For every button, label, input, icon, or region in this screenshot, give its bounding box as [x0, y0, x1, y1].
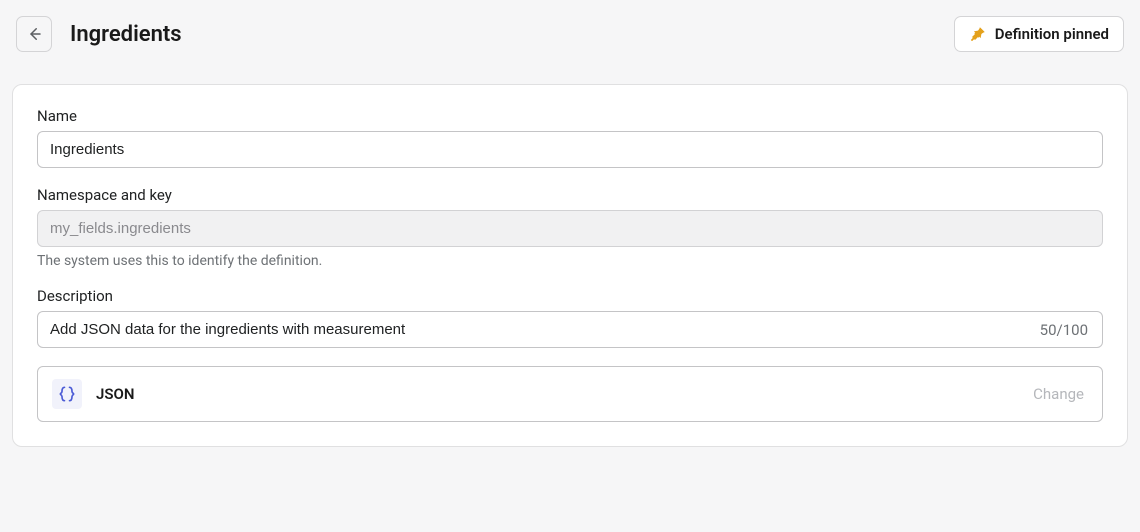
name-group: Name	[37, 107, 1103, 168]
namespace-input	[37, 210, 1103, 247]
arrow-left-icon	[25, 25, 43, 43]
namespace-label: Namespace and key	[37, 186, 1103, 204]
namespace-helper: The system uses this to identify the def…	[37, 253, 1103, 269]
description-group: Description 50/100	[37, 287, 1103, 348]
page-title: Ingredients	[70, 22, 182, 47]
change-type-button[interactable]: Change	[1033, 385, 1084, 403]
type-label: JSON	[96, 385, 134, 403]
name-label: Name	[37, 107, 1103, 125]
definition-card: Name Namespace and key The system uses t…	[12, 84, 1128, 447]
description-input[interactable]	[38, 312, 1026, 347]
json-icon-box	[52, 379, 82, 409]
name-input[interactable]	[37, 131, 1103, 168]
json-icon	[57, 384, 77, 404]
pin-icon	[969, 25, 987, 43]
type-row: JSON Change	[37, 366, 1103, 422]
header-left: Ingredients	[16, 16, 182, 52]
type-left: JSON	[52, 379, 134, 409]
namespace-group: Namespace and key The system uses this t…	[37, 186, 1103, 269]
back-button[interactable]	[16, 16, 52, 52]
definition-pinned-button[interactable]: Definition pinned	[954, 16, 1124, 52]
page-header: Ingredients Definition pinned	[0, 0, 1140, 72]
description-wrapper: 50/100	[37, 311, 1103, 348]
description-label: Description	[37, 287, 1103, 305]
pinned-label: Definition pinned	[995, 25, 1109, 43]
character-count: 50/100	[1026, 321, 1102, 339]
